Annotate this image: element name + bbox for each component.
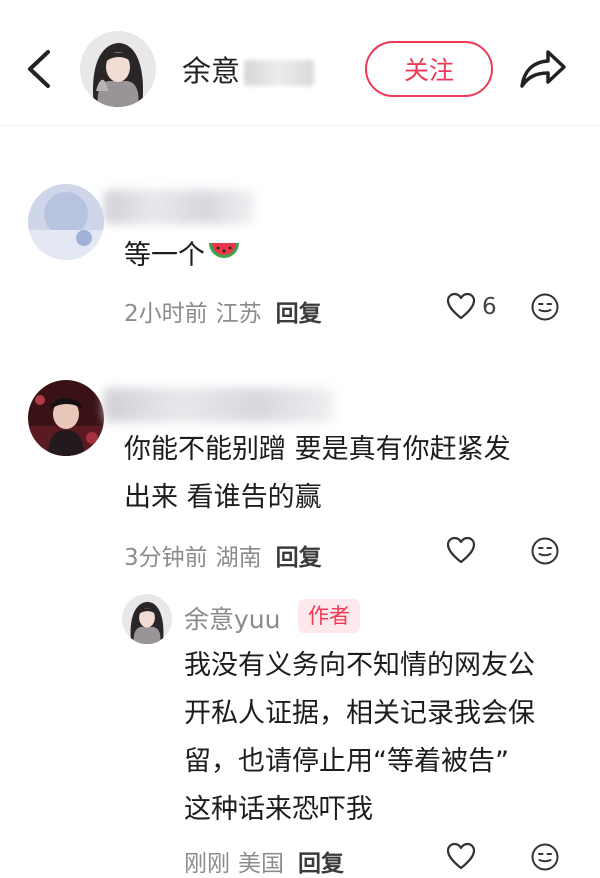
reply-text: 我没有义务向不知情的网友公 开私人证据，相关记录我会保 留，也请停止用“等着被告…: [184, 650, 535, 825]
reply-author-name[interactable]: 余意yuu: [184, 600, 281, 636]
reply-meta: 刚刚 美国 回复: [184, 851, 344, 877]
reply-button[interactable]: 回复: [298, 851, 344, 877]
author-badge: 作者: [298, 599, 360, 633]
reply-author-avatar[interactable]: [122, 594, 172, 644]
heart-icon[interactable]: [446, 842, 476, 870]
emoji-reaction-icon[interactable]: [530, 842, 560, 872]
author-reply: 余意yuu 作者 我没有义务向不知情的网友公 开私人证据，相关记录我会保 留，也…: [0, 0, 600, 878]
